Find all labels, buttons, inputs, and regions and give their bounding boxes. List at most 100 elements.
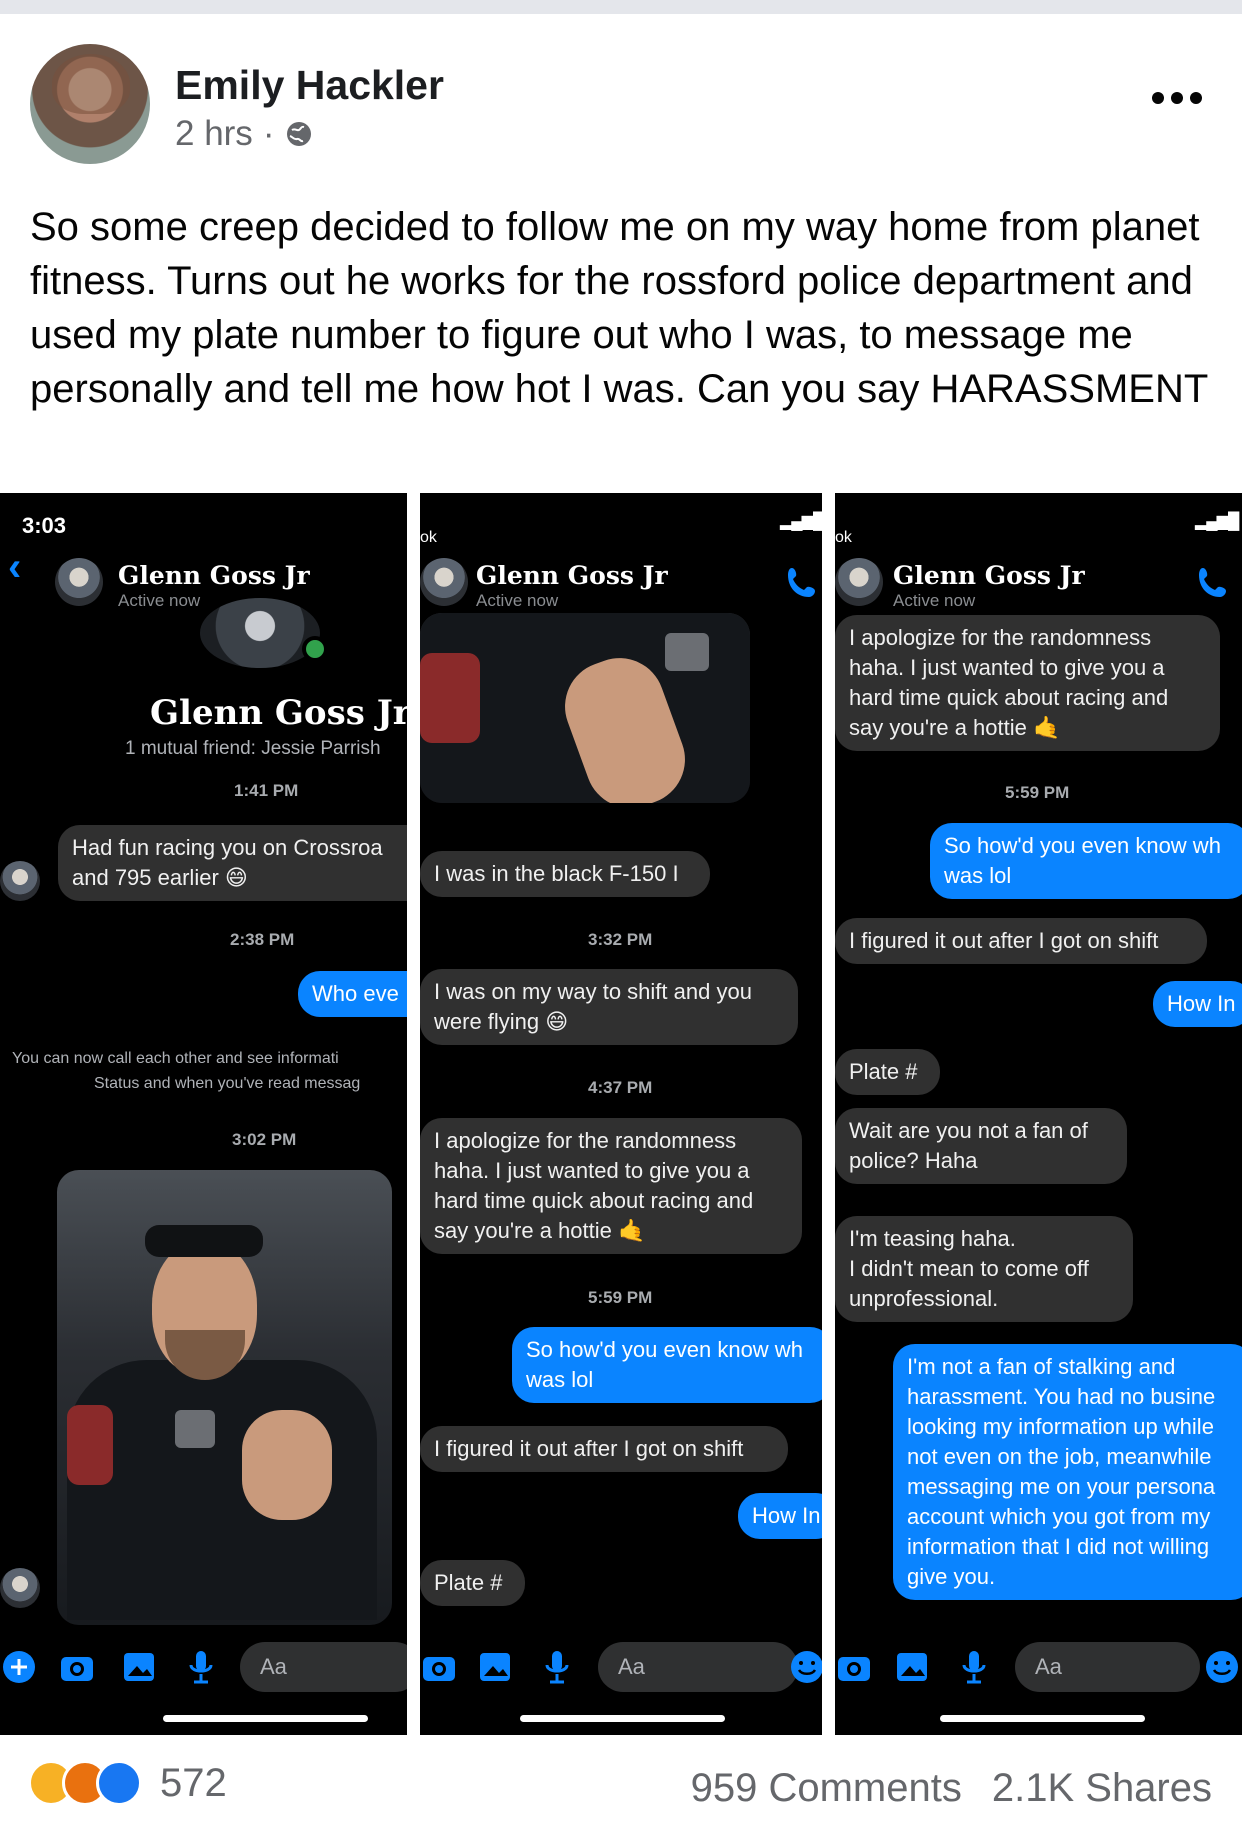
message-text: Had fun racing you on Crossroa — [72, 835, 383, 860]
image-icon[interactable] — [476, 1648, 514, 1686]
officer-photo[interactable] — [57, 1170, 392, 1625]
plus-icon[interactable] — [0, 1648, 38, 1686]
message-input[interactable]: Aa — [240, 1642, 407, 1692]
image-icon[interactable] — [120, 1648, 158, 1686]
message-text: hard time quick about racing and — [434, 1188, 754, 1213]
shares-count[interactable]: 2.1K Shares — [992, 1766, 1212, 1811]
contact-name[interactable]: Glenn Goss Jr — [118, 561, 310, 590]
signal-icon: ▂▄▆█ — [1195, 513, 1239, 530]
message-bubble: I apologize for the randomness haha. I j… — [835, 615, 1220, 751]
image-icon[interactable] — [893, 1648, 931, 1686]
phone-call-icon[interactable] — [1193, 563, 1233, 603]
emoji-icon[interactable] — [788, 1648, 822, 1686]
sent-message-bubble: So how'd you even know wh was lol — [512, 1327, 822, 1403]
engagement-stats: 959 Comments 2.1K Shares — [691, 1766, 1212, 1811]
status-label: ok — [420, 529, 437, 546]
message-text: unprofessional. — [849, 1286, 999, 1311]
contact-avatar[interactable] — [420, 558, 468, 606]
message-text: Wait are you not a fan of — [849, 1118, 1088, 1143]
message-text: was lol — [944, 863, 1012, 888]
sender-avatar — [0, 861, 40, 901]
reaction-summary[interactable]: 572 — [28, 1760, 227, 1806]
message-text: harassment. You had no busine — [907, 1384, 1216, 1409]
message-bubble: Plate # — [420, 1560, 525, 1606]
message-text: hard time quick about racing and — [849, 685, 1169, 710]
message-text: were flying 😄 — [434, 1009, 569, 1034]
screenshot-collage: 3:03 ‹ Glenn Goss Jr Active now Glenn Go… — [0, 493, 1242, 1735]
sent-message-bubble: So how'd you even know wh was lol — [930, 823, 1242, 899]
timestamp: 2:38 PM — [230, 930, 295, 949]
author-avatar[interactable] — [30, 44, 150, 164]
message-text: account which you got from my — [907, 1504, 1211, 1529]
messenger-screenshot-1: 3:03 ‹ Glenn Goss Jr Active now Glenn Go… — [0, 493, 407, 1735]
message-bubble: I figured it out after I got on shift — [420, 1426, 788, 1472]
contact-avatar[interactable] — [55, 558, 103, 606]
like-reaction-icon — [96, 1760, 142, 1806]
camera-icon[interactable] — [420, 1648, 458, 1686]
sent-message-bubble: How In — [1153, 981, 1242, 1027]
post-meta: 2 hrs · — [175, 114, 314, 154]
reaction-count: 572 — [160, 1760, 227, 1805]
camera-icon[interactable] — [58, 1648, 96, 1686]
message-text: haha. I just wanted to give you a — [434, 1158, 750, 1183]
message-text: was lol — [526, 1367, 594, 1392]
message-input[interactable]: Aa — [598, 1642, 798, 1692]
mutual-friends: 1 mutual friend: Jessie Parrish — [125, 738, 381, 759]
timestamp: 4:37 PM — [588, 1078, 653, 1097]
message-text: I'm teasing haha. — [849, 1226, 1016, 1251]
signal-icon: ▂▄▆█ — [780, 513, 822, 530]
post-header: Emily Hackler 2 hrs · — [0, 14, 1242, 184]
contact-status: Active now — [893, 591, 976, 610]
more-options-icon[interactable] — [1152, 92, 1202, 104]
officer-photo-cropped[interactable] — [420, 613, 750, 803]
sent-message-bubble: Who eve — [298, 971, 407, 1017]
message-text: messaging me on your persona — [907, 1474, 1216, 1499]
sent-message-bubble: I'm not a fan of stalking and harassment… — [893, 1344, 1242, 1600]
contact-name[interactable]: Glenn Goss Jr — [476, 561, 668, 590]
contact-avatar[interactable] — [835, 558, 883, 606]
globe-icon — [287, 122, 312, 146]
message-bubble: I was on my way to shift and you were fl… — [420, 969, 798, 1045]
back-arrow-icon[interactable]: ‹ — [8, 545, 21, 590]
message-text: I apologize for the randomness — [849, 625, 1152, 650]
message-bubble: Plate # — [835, 1049, 940, 1095]
message-text: So how'd you even know wh — [944, 833, 1221, 858]
microphone-icon[interactable] — [955, 1648, 993, 1686]
home-indicator — [940, 1715, 1145, 1722]
timestamp: 1:41 PM — [234, 781, 299, 800]
message-text: haha. I just wanted to give you a — [849, 655, 1165, 680]
timestamp: 5:59 PM — [1005, 783, 1070, 802]
message-text: not even on the job, meanwhile — [907, 1444, 1212, 1469]
profile-name: Glenn Goss Jr — [150, 693, 407, 733]
online-indicator — [302, 636, 328, 662]
microphone-icon[interactable] — [182, 1648, 220, 1686]
emoji-icon[interactable] — [1203, 1648, 1241, 1686]
author-name[interactable]: Emily Hackler — [175, 62, 444, 109]
message-text: and 795 earlier 😄 — [72, 865, 248, 890]
message-bubble: Had fun racing you on Crossroa and 795 e… — [58, 825, 407, 901]
sent-message-bubble: How In — [738, 1493, 822, 1539]
comments-count[interactable]: 959 Comments — [691, 1766, 962, 1811]
message-text: information that I did not willing — [907, 1534, 1210, 1559]
message-text: give you. — [907, 1564, 996, 1589]
message-input[interactable]: Aa — [1015, 1642, 1200, 1692]
message-bubble: I was in the black F-150 I — [420, 851, 710, 897]
post-text: So some creep decided to follow me on my… — [30, 205, 1209, 411]
message-text: So how'd you even know wh — [526, 1337, 803, 1362]
profile-picture — [200, 598, 320, 668]
home-indicator — [520, 1715, 725, 1722]
sender-avatar — [0, 1568, 40, 1608]
timestamp: 5:59 PM — [588, 1288, 653, 1307]
timestamp: 3:32 PM — [588, 930, 653, 949]
status-label: ok — [835, 529, 852, 546]
home-indicator — [163, 1715, 368, 1722]
top-divider — [0, 0, 1242, 14]
post-time[interactable]: 2 hrs — [175, 114, 253, 154]
phone-call-icon[interactable] — [782, 563, 822, 603]
timestamp: 3:02 PM — [232, 1130, 297, 1149]
contact-name[interactable]: Glenn Goss Jr — [893, 561, 1085, 590]
message-bubble: I'm teasing haha. I didn't mean to come … — [835, 1216, 1133, 1322]
camera-icon[interactable] — [835, 1648, 873, 1686]
microphone-icon[interactable] — [538, 1648, 576, 1686]
messenger-screenshot-3: ok ▂▄▆█ Glenn Goss Jr Active now I apolo… — [835, 493, 1242, 1735]
